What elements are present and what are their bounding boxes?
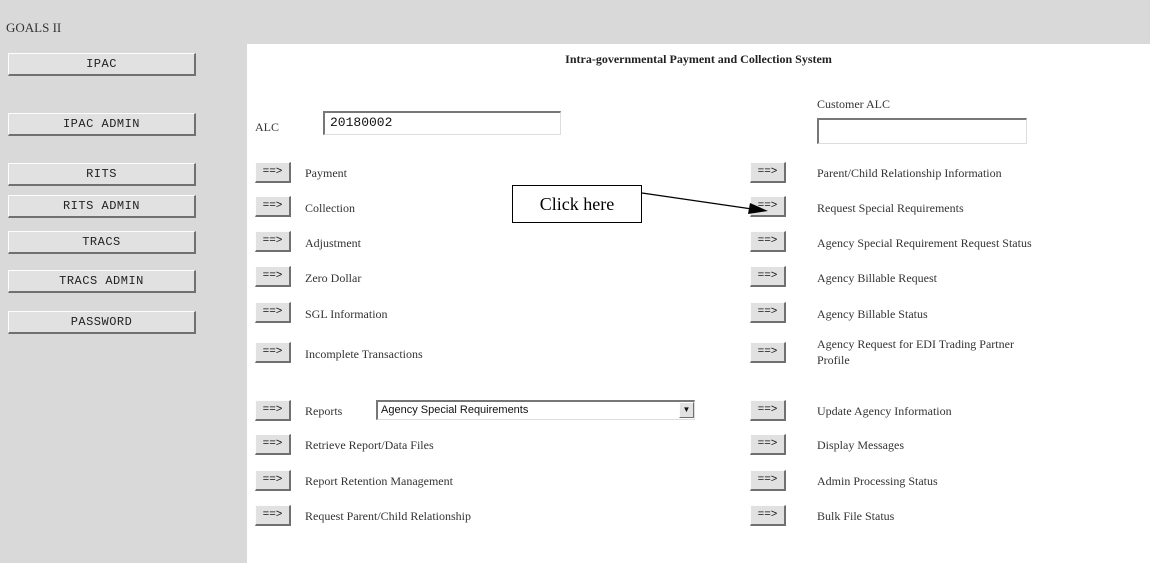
retrieve-report-files-label: Retrieve Report/Data Files (305, 438, 434, 452)
zero-dollar-label: Zero Dollar (305, 271, 362, 285)
collection-label: Collection (305, 201, 355, 215)
agency-billable-request-label: Agency Billable Request (817, 271, 937, 285)
update-agency-information-button[interactable]: ==> (750, 400, 786, 421)
retrieve-report-files-button[interactable]: ==> (255, 434, 291, 455)
sidebar-item-tracs-admin[interactable]: TRACS ADMIN (8, 270, 196, 293)
customer-alc-label: Customer ALC (817, 97, 891, 111)
sidebar-item-ipac[interactable]: IPAC (8, 53, 196, 76)
callout-arrow-icon (641, 192, 768, 214)
reports-select[interactable]: Agency Special Requirements ▼ (376, 400, 695, 420)
request-parent-child-label: Request Parent/Child Relationship (305, 509, 471, 523)
app-frame: GOALS II IPAC IPAC ADMIN RITS RITS ADMIN… (0, 0, 1150, 563)
request-special-requirements-label: Request Special Requirements (817, 201, 964, 215)
display-messages-button[interactable]: ==> (750, 434, 786, 455)
agency-billable-request-button[interactable]: ==> (750, 266, 786, 287)
sidebar-item-rits[interactable]: RITS (8, 163, 196, 186)
main-panel: Intra-governmental Payment and Collectio… (247, 44, 1150, 563)
agency-special-requirement-status-button[interactable]: ==> (750, 231, 786, 252)
alc-input[interactable]: 20180002 (323, 111, 561, 135)
chevron-down-icon[interactable]: ▼ (679, 402, 694, 418)
reports-button[interactable]: ==> (255, 400, 291, 421)
collection-button[interactable]: ==> (255, 196, 291, 217)
sgl-information-button[interactable]: ==> (255, 302, 291, 323)
reports-select-value: Agency Special Requirements (381, 404, 529, 416)
payment-button[interactable]: ==> (255, 162, 291, 183)
reports-label: Reports (305, 404, 343, 418)
edi-trading-partner-label-line2: Profile (817, 353, 850, 367)
report-retention-button[interactable]: ==> (255, 470, 291, 491)
display-messages-label: Display Messages (817, 438, 904, 452)
alc-label: ALC (255, 120, 279, 134)
sgl-information-label: SGL Information (305, 307, 388, 321)
sidebar-item-password[interactable]: PASSWORD (8, 311, 196, 334)
edi-trading-partner-button[interactable]: ==> (750, 342, 786, 363)
incomplete-transactions-button[interactable]: ==> (255, 342, 291, 363)
zero-dollar-button[interactable]: ==> (255, 266, 291, 287)
request-parent-child-button[interactable]: ==> (255, 505, 291, 526)
incomplete-transactions-label: Incomplete Transactions (305, 347, 423, 361)
sidebar-item-ipac-admin[interactable]: IPAC ADMIN (8, 113, 196, 136)
update-agency-information-label: Update Agency Information (817, 404, 952, 418)
payment-label: Payment (305, 166, 347, 180)
page-title: Intra-governmental Payment and Collectio… (565, 52, 832, 66)
agency-billable-status-button[interactable]: ==> (750, 302, 786, 323)
edi-trading-partner-label: Agency Request for EDI Trading Partner (817, 337, 1014, 351)
bulk-file-status-label: Bulk File Status (817, 509, 895, 523)
report-retention-label: Report Retention Management (305, 474, 453, 488)
bulk-file-status-button[interactable]: ==> (750, 505, 786, 526)
sidebar-item-rits-admin[interactable]: RITS ADMIN (8, 195, 196, 218)
click-here-callout: Click here (512, 185, 642, 223)
adjustment-button[interactable]: ==> (255, 231, 291, 252)
parent-child-info-button[interactable]: ==> (750, 162, 786, 183)
admin-processing-status-label: Admin Processing Status (817, 474, 938, 488)
customer-alc-input[interactable] (817, 118, 1027, 144)
parent-child-info-label: Parent/Child Relationship Information (817, 166, 1002, 180)
adjustment-label: Adjustment (305, 236, 361, 250)
agency-special-requirement-status-label: Agency Special Requirement Request Statu… (817, 236, 1032, 250)
agency-billable-status-label: Agency Billable Status (817, 307, 928, 321)
app-title: GOALS II (6, 20, 62, 35)
admin-processing-status-button[interactable]: ==> (750, 470, 786, 491)
sidebar-item-tracs[interactable]: TRACS (8, 231, 196, 254)
